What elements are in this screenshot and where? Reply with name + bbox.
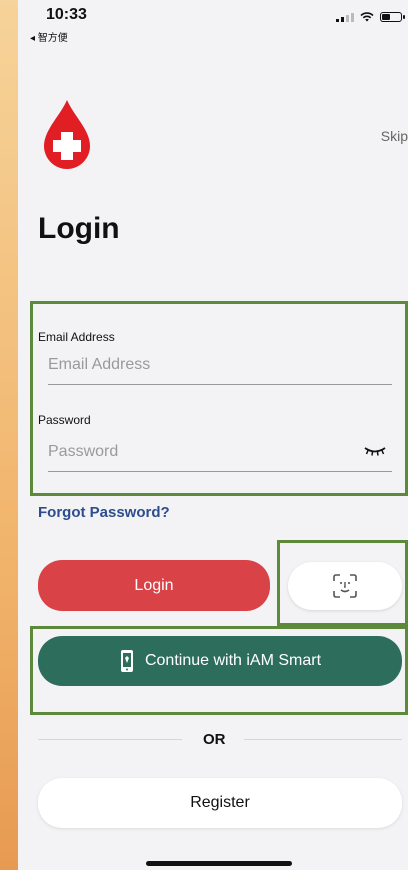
or-divider-text: OR: [203, 731, 226, 748]
wifi-icon: [360, 12, 374, 22]
email-input[interactable]: [48, 356, 392, 385]
iam-smart-button[interactable]: Continue with iAM Smart: [38, 636, 402, 686]
face-id-icon: [333, 574, 357, 598]
signal-icon: [336, 12, 354, 22]
login-button[interactable]: Login: [38, 560, 270, 611]
status-icons: [336, 12, 405, 22]
eye-closed-icon[interactable]: [364, 444, 386, 458]
email-label: Email Address: [38, 330, 115, 344]
page-title: Login: [38, 212, 120, 245]
register-button[interactable]: Register: [38, 778, 402, 828]
app-screen: 10:33 ◂ 智方便 Skip Login Email Address Pas…: [18, 0, 408, 870]
forgot-password-link[interactable]: Forgot Password?: [38, 504, 170, 521]
divider-right: [244, 739, 402, 740]
battery-icon: [380, 12, 405, 22]
iam-smart-label: Continue with iAM Smart: [144, 652, 322, 669]
back-to-app-link[interactable]: ◂ 智方便: [30, 29, 68, 44]
password-input[interactable]: [48, 443, 392, 472]
home-indicator: [146, 861, 292, 866]
iam-smart-phone-icon: [120, 650, 133, 672]
divider-left: [38, 739, 182, 740]
skip-button[interactable]: Skip: [381, 128, 408, 144]
password-label: Password: [38, 413, 91, 427]
status-time: 10:33: [46, 6, 87, 23]
blood-drop-cross-icon: [44, 100, 90, 169]
face-id-button[interactable]: [288, 562, 402, 610]
